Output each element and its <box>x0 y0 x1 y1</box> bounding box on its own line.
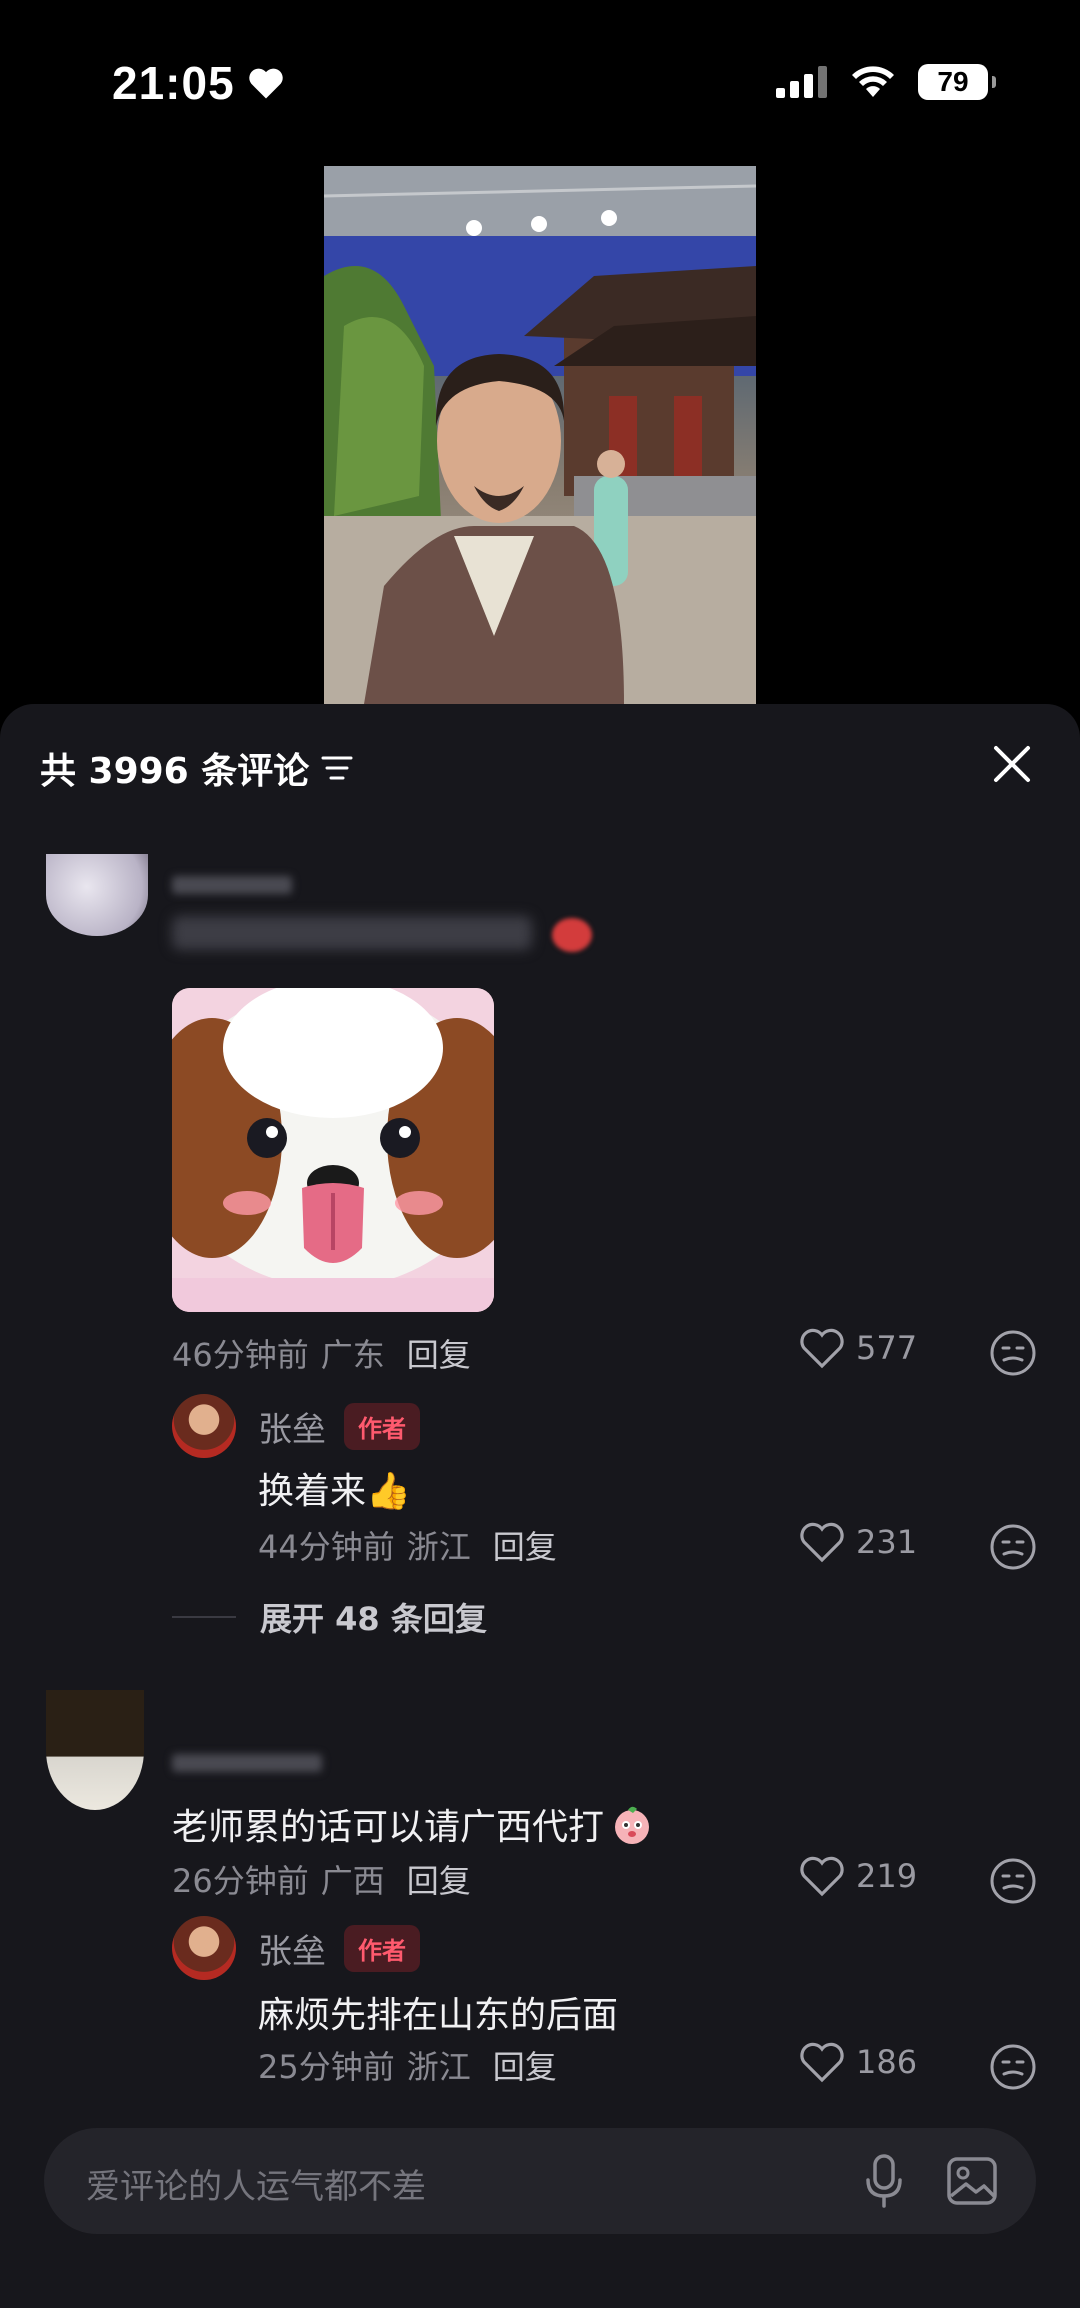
reply-location: 浙江 <box>406 2048 471 2086</box>
avatar[interactable] <box>172 1916 236 1980</box>
comment-text: 老师累的话可以请广西代打 <box>172 1807 605 1848</box>
like-count: 219 <box>856 1857 918 1895</box>
emoji-reaction-icon[interactable] <box>988 1856 1038 1906</box>
reply-text: 麻烦先排在山东的后面 <box>258 1995 619 2036</box>
wifi-icon <box>852 66 894 97</box>
video-frame-illustration <box>324 166 756 704</box>
author-badge: 作者 <box>344 1925 420 1972</box>
blurred-emoji <box>552 918 592 952</box>
expand-replies-button[interactable]: 展开 48 条回复 <box>172 1594 487 1640</box>
reply-meta: 44分钟前 浙江 回复 <box>258 1522 557 1568</box>
avatar[interactable] <box>172 1394 236 1458</box>
comment-meta: 46分钟前 广东 回复 <box>172 1330 471 1376</box>
like-count: 186 <box>856 2043 918 2081</box>
reply-button[interactable]: 回复 <box>493 1522 557 1568</box>
heart-icon <box>248 68 283 99</box>
comments-count-title: 共 3996 条评论 <box>40 751 310 792</box>
blurred-comment-text <box>172 916 532 950</box>
comment-meta: 26分钟前 广西 回复 <box>172 1856 471 1902</box>
comment-time: 46分钟前 <box>172 1336 309 1374</box>
blurred-username <box>172 1754 322 1772</box>
comments-panel: 共 3996 条评论 46分钟前 广东 回复 577 张垒 作者 换着来👍 44… <box>0 704 1080 2308</box>
reply-author-row: 张垒 作者 <box>258 1402 420 1451</box>
blurred-username <box>172 876 292 894</box>
comment-location: 广西 <box>320 1862 385 1900</box>
reply-button[interactable]: 回复 <box>407 1330 471 1376</box>
status-bar: 21:05 79 <box>0 0 1080 160</box>
avatar[interactable] <box>46 854 148 936</box>
comments-header: 共 3996 条评论 <box>40 742 353 794</box>
battery-icon: 79 <box>918 64 996 100</box>
avatar[interactable] <box>46 1690 144 1810</box>
like-button[interactable]: 219 <box>798 1854 917 1898</box>
reply-button[interactable]: 回复 <box>493 2042 557 2088</box>
like-button[interactable]: 231 <box>798 1520 917 1564</box>
comment-text-row: 老师累的话可以请广西代打 <box>172 1798 654 1850</box>
reply-meta: 25分钟前 浙江 回复 <box>258 2042 557 2088</box>
status-time-group: 21:05 <box>112 56 285 110</box>
expand-replies-label: 展开 48 条回复 <box>260 1600 487 1638</box>
signal-icon <box>776 66 827 98</box>
status-time: 21:05 <box>112 57 235 109</box>
dog-sticker-illustration <box>172 988 494 1312</box>
like-heart-icon <box>800 1522 844 1563</box>
reply-location: 浙江 <box>406 1528 471 1566</box>
battery-level: 79 <box>937 66 969 97</box>
comment-sticker-image[interactable] <box>172 988 494 1312</box>
like-heart-icon <box>800 1328 844 1369</box>
reply-time: 25分钟前 <box>258 2048 395 2086</box>
reply-time: 44分钟前 <box>258 1528 395 1566</box>
author-badge: 作者 <box>344 1403 420 1450</box>
status-icons: 79 <box>776 64 996 100</box>
peach-emoji-icon <box>615 1806 650 1844</box>
like-heart-icon <box>800 2042 844 2083</box>
like-count: 231 <box>856 1523 918 1561</box>
comment-input-placeholder: 爱评论的人运气都不差 <box>86 2167 426 2207</box>
comment-location: 广东 <box>320 1336 385 1374</box>
like-button[interactable]: 186 <box>798 2040 917 2084</box>
emoji-reaction-icon[interactable] <box>988 2042 1038 2092</box>
reply-author-name[interactable]: 张垒 <box>258 1924 326 1973</box>
reply-text: 换着来👍 <box>258 1471 411 1512</box>
like-count: 577 <box>856 1329 918 1367</box>
filter-icon[interactable] <box>321 754 353 782</box>
expand-divider <box>172 1616 236 1618</box>
microphone-icon[interactable] <box>864 2154 904 2208</box>
image-icon[interactable] <box>946 2156 998 2206</box>
like-heart-icon <box>800 1856 844 1897</box>
like-button[interactable]: 577 <box>798 1326 917 1370</box>
comment-input[interactable]: 爱评论的人运气都不差 <box>44 2128 1036 2234</box>
reply-button[interactable]: 回复 <box>407 1856 471 1902</box>
reply-author-row: 张垒 作者 <box>258 1924 420 1973</box>
close-icon[interactable] <box>984 736 1040 792</box>
reply-author-name[interactable]: 张垒 <box>258 1402 326 1451</box>
emoji-reaction-icon[interactable] <box>988 1522 1038 1572</box>
emoji-reaction-icon[interactable] <box>988 1328 1038 1378</box>
comment-time: 26分钟前 <box>172 1862 309 1900</box>
video-preview[interactable] <box>324 166 756 704</box>
